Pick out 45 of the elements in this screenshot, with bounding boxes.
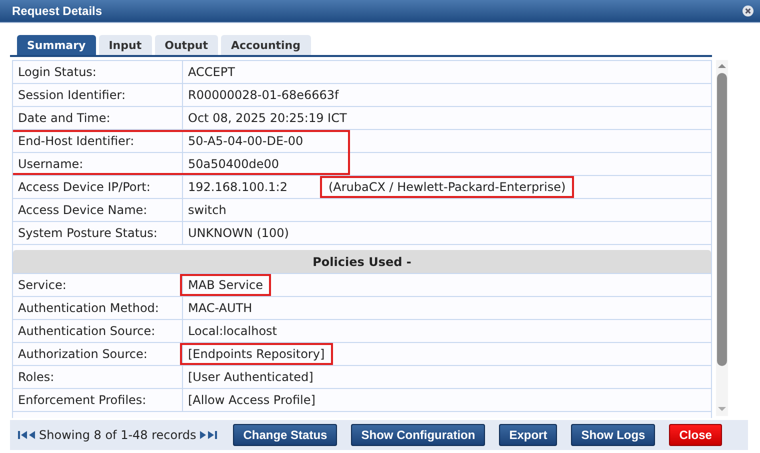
field-label: System Posture Status: — [13, 222, 183, 244]
field-label: Roles: — [13, 366, 183, 388]
window-title: Request Details — [12, 4, 102, 18]
field-label: Username: — [13, 153, 183, 175]
field-value: 50a50400de00 — [188, 157, 280, 171]
field-value: 192.168.100.1:2 — [188, 180, 288, 194]
field-label: Session Identifier: — [13, 84, 183, 106]
field-value: 50-A5-04-00-DE-00 — [188, 134, 304, 148]
field-value: UNKNOWN (100) — [188, 226, 289, 240]
first-prev-page-icon[interactable] — [18, 430, 36, 440]
tab[interactable]: Input — [98, 35, 152, 55]
tab[interactable]: Output — [154, 35, 218, 55]
scrollbar[interactable] — [716, 60, 728, 416]
field-label: Access Device IP/Port: — [13, 176, 183, 198]
field-value: ACCEPT — [188, 65, 235, 79]
section-header: Policies Used - — [13, 250, 711, 274]
field-label: End-Host Identifier: — [13, 130, 183, 152]
field-label: Authentication Source: — [13, 320, 183, 342]
field-value: MAB Service — [180, 274, 271, 296]
next-last-page-icon[interactable] — [199, 430, 218, 440]
field-value: MAC-AUTH — [188, 301, 252, 315]
field-value: R00000028-01-68e6663f — [188, 88, 339, 102]
action-button[interactable]: Show Configuration — [351, 424, 486, 446]
field-value: Oct 08, 2025 20:25:19 ICT — [188, 111, 347, 125]
field-value: [Endpoints Repository] — [180, 343, 333, 365]
field-label: Access Device Name: — [13, 199, 183, 221]
field-label: Service: — [13, 274, 183, 296]
close-icon[interactable] — [742, 5, 754, 17]
tab[interactable]: Accounting — [221, 35, 311, 55]
action-button[interactable]: Export — [499, 424, 558, 446]
action-button[interactable]: Close — [669, 424, 722, 446]
field-value: [Allow Access Profile] — [188, 393, 316, 407]
field-value: [User Authenticated] — [188, 370, 314, 384]
field-label: Authorization Source: — [13, 343, 183, 365]
field-value: Local:localhost — [188, 324, 278, 338]
action-button[interactable]: Show Logs — [571, 424, 656, 446]
field-label: Enforcement Profiles: — [13, 389, 183, 411]
field-value: switch — [188, 203, 226, 217]
field-label: Authentication Method: — [13, 297, 183, 319]
device-vendor: (ArubaCX / Hewlett-Packard-Enterprise) — [320, 176, 574, 198]
field-label: Date and Time: — [13, 107, 183, 129]
action-button[interactable]: Change Status — [233, 424, 338, 446]
tab[interactable]: Summary — [17, 35, 96, 55]
field-label: Login Status: — [13, 61, 183, 83]
pager-text: Showing 8 of 1-48 records — [39, 428, 196, 442]
